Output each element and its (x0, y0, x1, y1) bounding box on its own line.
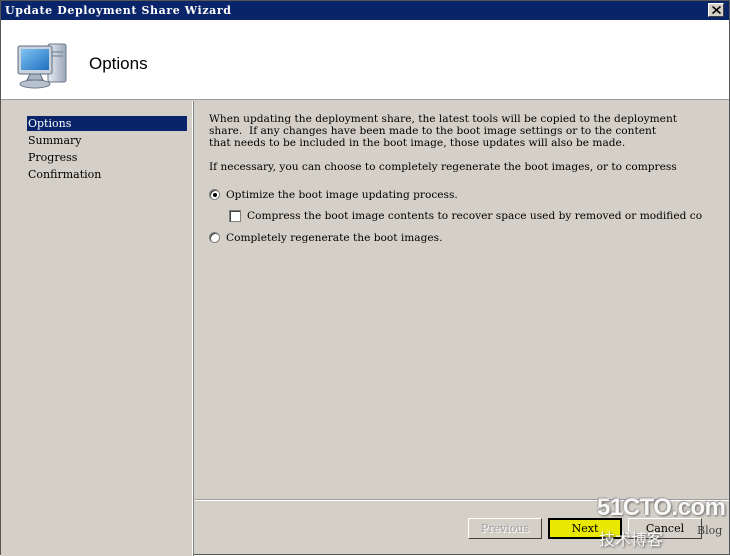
wizard-window: Update Deployment Share Wizard Options O… (0, 0, 730, 556)
regenerate-label[interactable]: Completely regenerate the boot images. (226, 232, 442, 244)
optimize-radio[interactable] (209, 189, 220, 200)
wizard-header: Options (1, 20, 729, 100)
previous-button[interactable]: Previous (468, 518, 542, 539)
cancel-button[interactable]: Cancel (628, 518, 702, 539)
compress-checkbox[interactable] (229, 210, 241, 222)
optimize-label[interactable]: Optimize the boot image updating process… (226, 189, 458, 201)
window-title: Update Deployment Share Wizard (5, 4, 232, 17)
description-line-1: When updating the deployment share, the … (209, 113, 678, 125)
close-button[interactable] (708, 3, 724, 17)
radio-selected-dot (213, 193, 217, 197)
nav-item-confirmation[interactable]: Confirmation (27, 167, 187, 182)
page-heading: Options (89, 54, 148, 73)
description-line-3: that needs to be included in the boot im… (209, 137, 626, 149)
wizard-footer: Previous Next Cancel (195, 499, 729, 554)
wizard-nav: Options Summary Progress Confirmation (1, 101, 194, 556)
computer-monitor-icon (17, 43, 67, 89)
compress-label[interactable]: Compress the boot image contents to reco… (247, 210, 702, 222)
nav-item-progress[interactable]: Progress (27, 150, 187, 165)
regenerate-radio[interactable] (209, 232, 220, 243)
regenerate-hint: If necessary, you can choose to complete… (209, 161, 677, 173)
next-button[interactable]: Next (548, 518, 622, 539)
nav-item-options[interactable]: Options (27, 116, 187, 131)
description-line-2: share. If any changes have been made to … (209, 125, 657, 137)
nav-item-summary[interactable]: Summary (27, 133, 187, 148)
footer-divider (195, 500, 729, 501)
close-icon (712, 6, 721, 14)
nav-divider (193, 101, 194, 556)
options-panel: When updating the deployment share, the … (195, 101, 729, 499)
title-bar[interactable]: Update Deployment Share Wizard (1, 1, 729, 20)
